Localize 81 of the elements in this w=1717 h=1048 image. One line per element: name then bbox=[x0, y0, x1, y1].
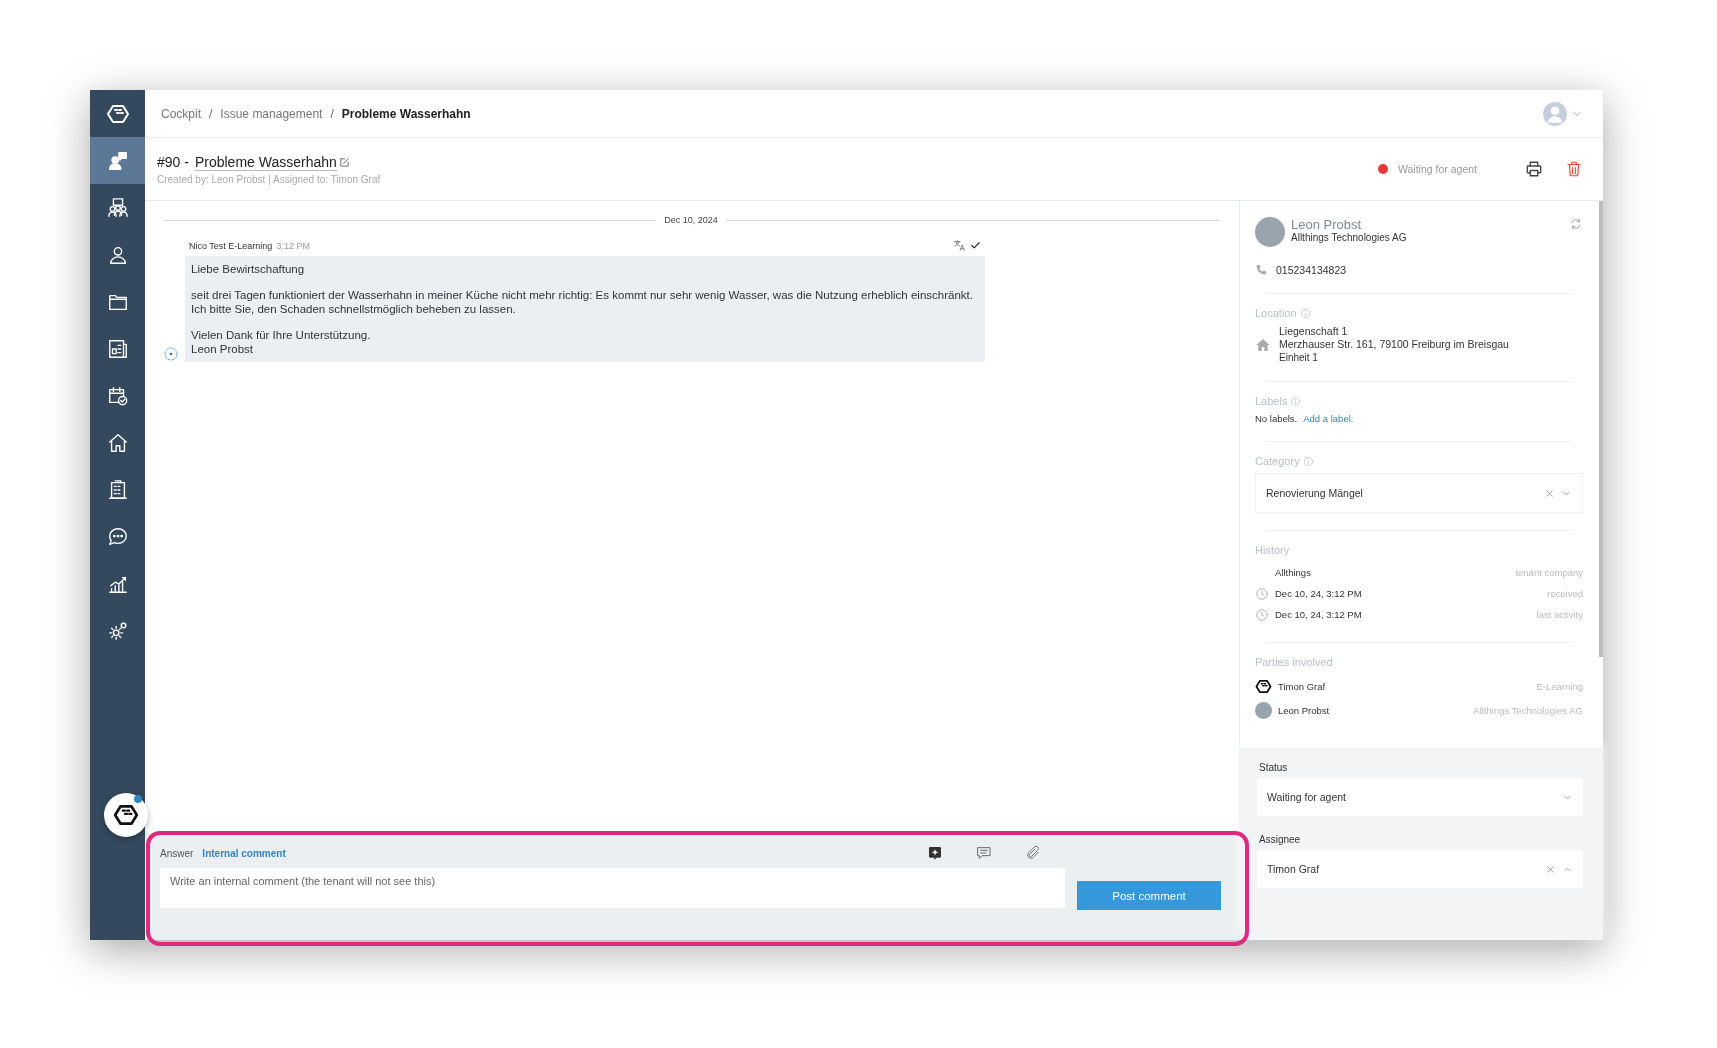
print-button[interactable] bbox=[1525, 160, 1543, 178]
post-comment-button[interactable]: Post comment bbox=[1077, 881, 1221, 910]
message-author: Nico Test E-Learning bbox=[189, 240, 273, 251]
calendar-check-icon bbox=[106, 384, 129, 407]
message-text: Vielen Dank für Ihre Unterstützung. bbox=[191, 328, 372, 342]
section-title: History bbox=[1255, 544, 1290, 556]
clock-icon bbox=[1255, 586, 1269, 601]
clear-icon[interactable] bbox=[1544, 487, 1555, 499]
refresh-icon bbox=[1569, 217, 1583, 231]
history-value: Dec 10, 24, 3:12 PM bbox=[1275, 609, 1362, 620]
status-dot bbox=[1378, 164, 1388, 174]
history-note: received bbox=[1547, 588, 1583, 599]
composer-tab[interactable]: Answer bbox=[160, 847, 194, 859]
history-note: tenant company bbox=[1515, 567, 1583, 578]
comment-input[interactable]: Write an internal comment (the tenant will not see this) bbox=[160, 868, 1065, 908]
ticket-meta: Created by: Leon Probst | Assigned to: Timon Graf bbox=[157, 173, 381, 185]
edit-icon[interactable] bbox=[338, 156, 350, 168]
status-select[interactable]: Waiting for agent bbox=[1257, 778, 1583, 816]
assignee-select[interactable]: Timon Graf bbox=[1257, 850, 1583, 888]
printer-icon bbox=[1525, 160, 1543, 178]
notification-dot bbox=[134, 795, 142, 803]
home-icon bbox=[1255, 336, 1271, 353]
phone-icon bbox=[1255, 263, 1268, 276]
trash-icon bbox=[1565, 160, 1583, 178]
location-text: Merzhauser Str. 161, 79100 Freiburg im Breisgau bbox=[1279, 338, 1509, 351]
breadcrumb-current: Probleme Wasserhahn bbox=[341, 106, 471, 121]
translate-icon[interactable] bbox=[953, 239, 966, 252]
building-icon bbox=[106, 478, 129, 501]
home-icon bbox=[106, 431, 129, 454]
contact-name: Leon Probst bbox=[1291, 217, 1363, 232]
avatar bbox=[1255, 217, 1285, 247]
scrollbar[interactable] bbox=[1599, 201, 1603, 657]
category-select[interactable]: Renovierung Mängel bbox=[1255, 473, 1583, 513]
message-time: 3:12 PM bbox=[276, 240, 310, 251]
history-value: Dec 10, 24, 3:12 PM bbox=[1275, 588, 1362, 599]
party-organization: Allthings Technologies AG bbox=[1473, 704, 1583, 716]
nav-item[interactable] bbox=[90, 137, 145, 184]
ticket-number: #90 - bbox=[157, 154, 189, 170]
party-name: Timon Graf bbox=[1278, 680, 1326, 692]
chat-bubble-icon bbox=[106, 525, 129, 548]
clear-icon[interactable] bbox=[1545, 863, 1556, 875]
status-text: Waiting for agent bbox=[1398, 163, 1477, 175]
group-icon bbox=[106, 196, 129, 219]
location-text: Liegenschaft 1 bbox=[1279, 325, 1349, 338]
sender-avatar-icon bbox=[163, 346, 179, 362]
hexagon-logo-icon bbox=[113, 802, 139, 828]
message-text: Liebe Bewirtschaftung bbox=[191, 262, 306, 276]
party-name: Leon Probst bbox=[1278, 704, 1330, 716]
section-title: Parties involved bbox=[1255, 656, 1333, 668]
checkmark-icon bbox=[970, 240, 981, 251]
person-speech-icon bbox=[106, 149, 129, 172]
message-text: Leon Probst bbox=[191, 342, 254, 356]
date-label: Dec 10, 2024 bbox=[664, 215, 718, 225]
location-text: Einheit 1 bbox=[1279, 351, 1319, 364]
history-note: last activity bbox=[1536, 609, 1583, 620]
labels-empty-text: No labels. bbox=[1255, 413, 1298, 424]
contact-company: Allthings Technologies AG bbox=[1291, 232, 1407, 243]
message-text: seit drei Tagen funktioniert der Wasserhahn in meiner Küche nicht mehr richtig: Es kommt nur sehr wenig Wasser, was die Nutzung erheblich einschränkt. Ich bitte Sie, den Schaden schnellstmöglich beheben zu lassen. bbox=[191, 288, 974, 316]
sparkle-icon[interactable] bbox=[927, 845, 943, 861]
field-label: Status bbox=[1258, 762, 1289, 773]
ticket-title: Probleme Wasserhahn bbox=[194, 153, 337, 171]
field-label: Assignee bbox=[1258, 834, 1302, 845]
breadcrumb-separator: / bbox=[209, 106, 213, 121]
breadcrumb-link[interactable]: Cockpit bbox=[161, 106, 201, 121]
delete-button[interactable] bbox=[1565, 160, 1583, 178]
avatar bbox=[1255, 701, 1272, 719]
breadcrumb-link[interactable]: Issue management bbox=[220, 106, 323, 121]
section-title: Labels bbox=[1255, 395, 1288, 407]
document-icon bbox=[106, 337, 129, 360]
hexagon-logo-icon bbox=[1255, 677, 1272, 695]
breadcrumb-separator: / bbox=[330, 106, 334, 121]
history-value: Allthings bbox=[1275, 567, 1311, 578]
add-label-link[interactable]: Add a label. bbox=[1303, 413, 1354, 424]
composer-tab[interactable]: Internal comment bbox=[202, 847, 286, 859]
party-organization: E-Learning bbox=[1536, 680, 1583, 692]
message-icon[interactable] bbox=[976, 845, 992, 861]
paperclip-icon[interactable] bbox=[1025, 845, 1041, 861]
section-title: Category bbox=[1255, 455, 1300, 467]
phone-number: 015234134823 bbox=[1276, 263, 1347, 276]
clock-icon bbox=[1255, 607, 1269, 622]
section-title: Location bbox=[1255, 307, 1297, 319]
